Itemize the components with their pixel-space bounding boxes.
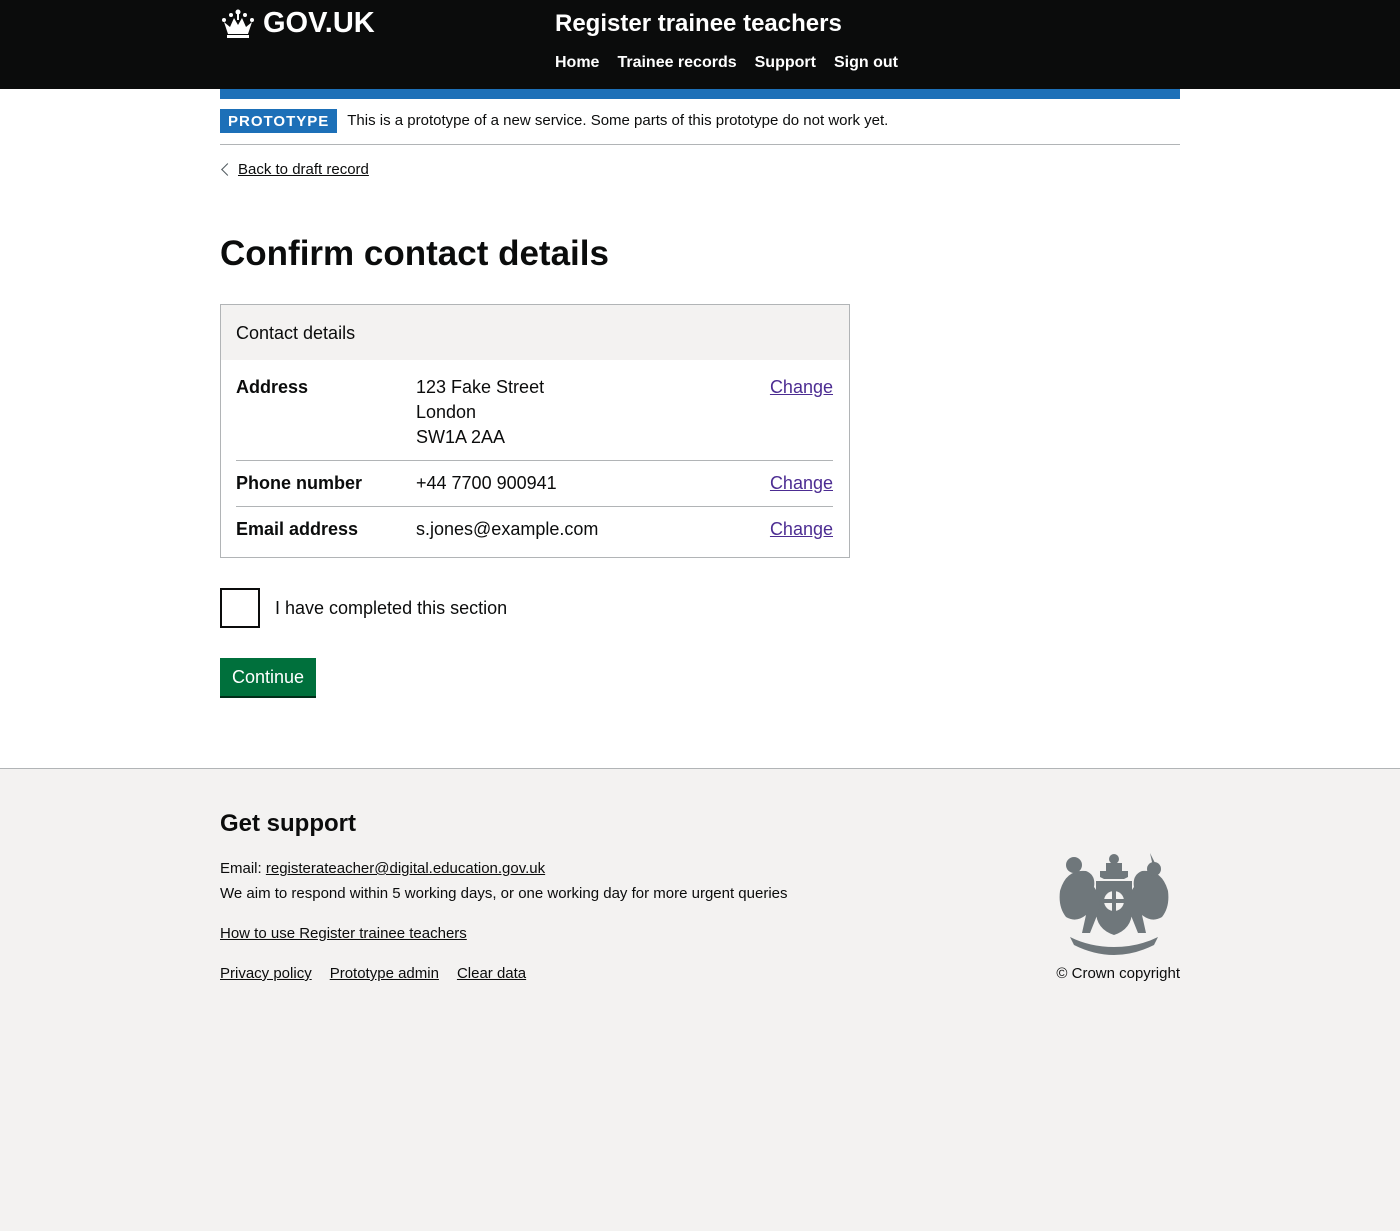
- prototype-admin-link[interactable]: Prototype admin: [330, 964, 439, 984]
- summary-row-address: Address 123 Fake Street London SW1A 2AA …: [236, 375, 833, 461]
- phase-banner: PROTOTYPE This is a prototype of a new s…: [220, 109, 1180, 145]
- phase-tag: PROTOTYPE: [220, 109, 338, 133]
- phone-value: +44 7700 900941: [416, 473, 557, 493]
- contact-details-card: Contact details Address 123 Fake Street …: [220, 304, 850, 558]
- logo-text: GOV.UK: [263, 7, 375, 39]
- row-key: Phone number: [236, 473, 363, 493]
- crown-copyright[interactable]: © Crown copyright: [1056, 964, 1180, 984]
- row-key: Address: [236, 377, 309, 397]
- footer-links: Privacy policy Prototype admin Clear dat…: [220, 964, 526, 984]
- support-email-link[interactable]: registerateacher@digital.education.gov.u…: [266, 860, 545, 877]
- email-label: Email:: [220, 860, 262, 877]
- nav-support[interactable]: Support: [755, 53, 816, 73]
- change-email-link[interactable]: Change: [770, 517, 833, 542]
- main-content: PROTOTYPE This is a prototype of a new s…: [0, 89, 1400, 768]
- site-footer: Get support Email: registerateacher@digi…: [0, 768, 1400, 1231]
- card-title: Contact details: [221, 305, 849, 360]
- completed-checkbox-label[interactable]: I have completed this section: [275, 596, 507, 620]
- privacy-policy-link[interactable]: Privacy policy: [220, 964, 312, 984]
- nav-sign-out[interactable]: Sign out: [834, 53, 898, 73]
- summary-row-email: Email address s.jones@example.com Change: [236, 517, 833, 547]
- summary-row-phone: Phone number +44 7700 900941 Change: [236, 471, 833, 507]
- header-underline: [220, 89, 1180, 99]
- crown-icon: [222, 9, 254, 38]
- support-email: Email: registerateacher@digital.educatio…: [220, 859, 545, 879]
- back-link-label: Back to draft record: [238, 161, 369, 178]
- govuk-logo-link[interactable]: GOV.UK: [220, 8, 375, 38]
- address-line-3: SW1A 2AA: [416, 427, 506, 447]
- chevron-left-icon: [221, 163, 234, 176]
- site-header: GOV.UK Register trainee teachers Home Tr…: [0, 0, 1400, 89]
- response-note: We aim to respond within 5 working days,…: [220, 885, 788, 902]
- completed-checkbox[interactable]: [220, 588, 260, 628]
- nav-home[interactable]: Home: [555, 53, 599, 73]
- page-title: Confirm contact details: [220, 234, 609, 273]
- phase-banner-text: This is a prototype of a new service. So…: [347, 112, 889, 129]
- nav-trainee-records[interactable]: Trainee records: [617, 53, 736, 73]
- primary-navigation: Home Trainee records Support Sign out: [555, 53, 898, 73]
- email-value: s.jones@example.com: [416, 519, 599, 539]
- address-line-2: London: [416, 402, 477, 422]
- back-link[interactable]: Back to draft record: [220, 161, 369, 178]
- row-key: Email address: [236, 519, 359, 539]
- footer-heading: Get support: [220, 810, 356, 837]
- how-to-use-link[interactable]: How to use Register trainee teachers: [220, 924, 467, 944]
- continue-button[interactable]: Continue: [220, 658, 317, 696]
- royal-coat-of-arms-icon: [1059, 853, 1169, 955]
- change-phone-link[interactable]: Change: [770, 471, 833, 496]
- address-line-1: 123 Fake Street: [416, 377, 545, 397]
- change-address-link[interactable]: Change: [770, 375, 833, 400]
- clear-data-link[interactable]: Clear data: [457, 964, 526, 984]
- address-value: 123 Fake Street London SW1A 2AA: [416, 375, 544, 450]
- completed-checkbox-item[interactable]: I have completed this section: [220, 588, 507, 628]
- service-name-link[interactable]: Register trainee teachers: [555, 9, 842, 39]
